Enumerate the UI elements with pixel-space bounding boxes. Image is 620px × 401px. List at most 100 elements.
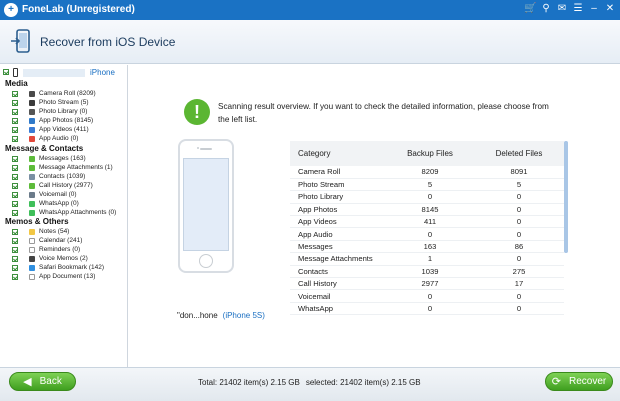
sidebar-item-app-videos[interactable]: App Videos (411)	[12, 125, 126, 134]
recover-label: Recover	[568, 376, 607, 387]
back-button[interactable]: ◀ Back	[9, 372, 76, 391]
cell-backup-files: 163	[386, 240, 474, 254]
sidebar-item-voice-memos[interactable]: Voice Memos (2)	[12, 254, 126, 263]
header-deleted-files[interactable]: Deleted Files	[474, 141, 564, 166]
sidebar-item-voicemail[interactable]: Voicemail (0)	[12, 190, 126, 199]
recover-button[interactable]: ⟳ Recover	[545, 372, 613, 391]
minimize-icon[interactable]: –	[588, 2, 600, 16]
app-document-icon	[29, 273, 35, 280]
call-history-icon	[29, 182, 35, 189]
notes-icon	[29, 228, 35, 235]
voice-memos-icon	[29, 255, 35, 262]
checkbox[interactable]	[12, 255, 18, 262]
menu-icon[interactable]: ☰	[572, 2, 584, 16]
cell-backup-files: 0	[386, 302, 474, 316]
item-label: Calendar (241)	[39, 237, 83, 244]
sidebar-item-messages[interactable]: Messages (163)	[12, 154, 126, 163]
cell-deleted-files: 0	[474, 289, 564, 303]
checkbox[interactable]	[12, 273, 18, 280]
sidebar-item-photo-library[interactable]: Photo Library (0)	[12, 107, 126, 116]
selected-summary: selected: 21402 item(s) 2.15 GB	[305, 378, 421, 387]
header-backup-files[interactable]: Backup Files	[386, 141, 474, 166]
device-checkbox[interactable]	[3, 69, 9, 75]
checkbox[interactable]	[12, 237, 18, 244]
calendar-icon	[29, 237, 35, 244]
table-row: Photo Library 0 0	[290, 190, 564, 204]
sidebar-item-camera-roll[interactable]: Camera Roll (8209)	[12, 89, 126, 98]
item-label: Contacts (1039)	[39, 173, 86, 180]
item-label: WhatsApp Attachments (0)	[39, 209, 117, 216]
app-photos-icon	[29, 117, 35, 124]
key-icon[interactable]: ⚲	[540, 2, 552, 16]
checkbox[interactable]	[12, 99, 18, 106]
app-audio-icon	[29, 135, 35, 142]
cell-category: Message Attachments	[290, 252, 386, 266]
checkbox[interactable]	[12, 191, 18, 198]
checkbox[interactable]	[12, 135, 18, 142]
checkbox[interactable]	[12, 164, 18, 171]
scrollbar-thumb[interactable]	[564, 141, 568, 253]
checkbox[interactable]	[12, 264, 18, 271]
phone-home-button	[199, 254, 213, 268]
checkbox[interactable]	[12, 90, 18, 97]
checkbox[interactable]	[12, 200, 18, 207]
overview-table: Category Backup Files Deleted Files Came…	[290, 141, 564, 316]
cell-category: App Audio	[290, 227, 386, 241]
phone-camera	[197, 147, 199, 149]
sidebar-item-calendar[interactable]: Calendar (241)	[12, 236, 126, 245]
sidebar-item-whatsapp[interactable]: WhatsApp (0)	[12, 199, 126, 208]
cell-backup-files: 0	[386, 289, 474, 303]
back-arrow-icon: ◀	[23, 376, 32, 388]
table-row: Camera Roll 8209 8091	[290, 166, 564, 179]
reminders-icon	[29, 246, 35, 253]
sidebar-item-notes[interactable]: Notes (54)	[12, 227, 126, 236]
checkbox[interactable]	[12, 228, 18, 235]
close-icon[interactable]: ✕	[604, 2, 616, 16]
checkbox[interactable]	[12, 117, 18, 124]
sidebar-item-call-history[interactable]: Call History (2977)	[12, 181, 126, 190]
sidebar-item-contacts[interactable]: Contacts (1039)	[12, 172, 126, 181]
checkbox[interactable]	[12, 182, 18, 189]
device-name-redacted	[23, 69, 85, 77]
sidebar-item-message-attachments[interactable]: Message Attachments (1)	[12, 163, 126, 172]
sidebar-item-safari-bookmark[interactable]: Safari Bookmark (142)	[12, 263, 126, 272]
section-message-contacts: Message & Contacts	[5, 144, 84, 153]
checkbox[interactable]	[12, 155, 18, 162]
category-sidebar: iPhone Media Camera Roll (8209) Photo St…	[0, 65, 128, 367]
sidebar-item-reminders[interactable]: Reminders (0)	[12, 245, 126, 254]
device-model: (iPhone 5S)	[222, 311, 265, 320]
checkbox[interactable]	[12, 108, 18, 115]
device-tree-root[interactable]: iPhone	[3, 67, 127, 79]
cell-backup-files: 0	[386, 190, 474, 204]
checkbox[interactable]	[12, 246, 18, 253]
camera-roll-icon	[29, 90, 35, 97]
table-row: App Videos 411 0	[290, 215, 564, 229]
header-category[interactable]: Category	[290, 141, 386, 166]
voicemail-icon	[29, 191, 35, 198]
checkbox[interactable]	[12, 173, 18, 180]
sidebar-item-whatsapp-attachments[interactable]: WhatsApp Attachments (0)	[12, 208, 126, 217]
sidebar-item-app-audio[interactable]: App Audio (0)	[12, 134, 126, 143]
phone-speaker	[200, 148, 212, 150]
item-label: Voice Memos (2)	[39, 255, 88, 262]
checkbox[interactable]	[12, 126, 18, 133]
cell-deleted-files: 17	[474, 277, 564, 291]
footer-bar: ◀ Back Total: 21402 item(s) 2.15 GB selec…	[0, 367, 620, 401]
cell-deleted-files: 86	[474, 240, 564, 254]
sidebar-item-app-document[interactable]: App Document (13)	[12, 272, 126, 281]
cart-icon[interactable]: 🛒	[524, 2, 536, 16]
item-label: Photo Library (0)	[39, 108, 88, 115]
table-scrollbar[interactable]	[564, 141, 568, 253]
feedback-icon[interactable]: ✉	[556, 2, 568, 16]
page-header: Recover from iOS Device	[0, 20, 620, 64]
fonelab-logo-icon: +	[4, 3, 18, 17]
sidebar-item-app-photos[interactable]: App Photos (8145)	[12, 116, 126, 125]
cell-category: Call History	[290, 277, 386, 291]
selection-summary: Total: 21402 item(s) 2.15 GB selected: 21…	[198, 378, 421, 387]
cell-category: Camera Roll	[290, 166, 386, 179]
title-bar: + FoneLab (Unregistered) 🛒 ⚲ ✉ ☰ – ✕	[0, 0, 620, 20]
photo-stream-icon	[29, 99, 35, 106]
checkbox[interactable]	[12, 209, 18, 216]
item-label: Photo Stream (5)	[39, 99, 89, 106]
sidebar-item-photo-stream[interactable]: Photo Stream (5)	[12, 98, 126, 107]
